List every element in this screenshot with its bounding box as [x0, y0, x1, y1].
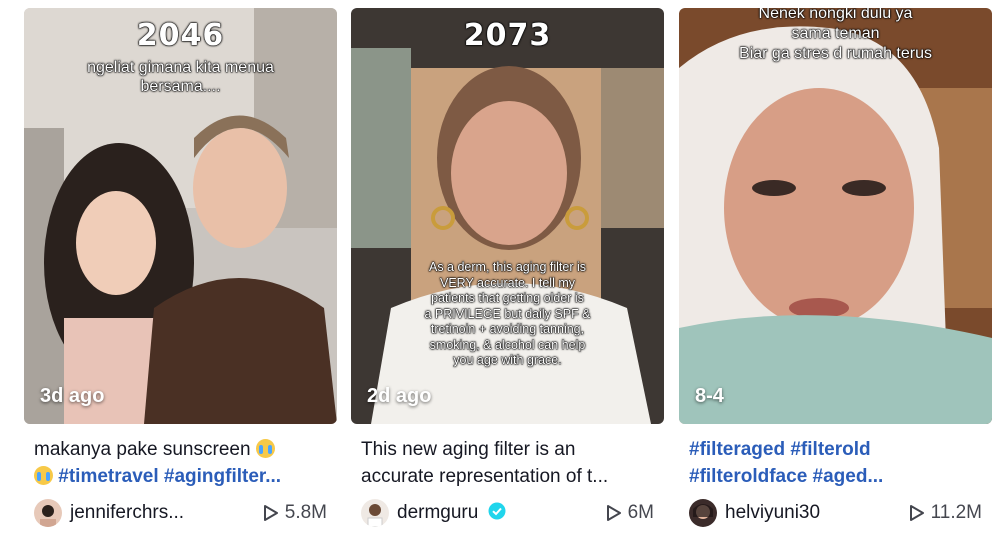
- overlay-caption: As a derm, this aging filter is VERY acc…: [424, 260, 591, 368]
- overlay-caption: Nenek nongki dulu ya sama teman Biar ga …: [739, 8, 933, 62]
- play-outline-icon: [606, 505, 621, 521]
- video-card-1[interactable]: 2046 ngeliat gimana kita menua bersama..…: [24, 8, 337, 528]
- verified-badge-icon: [488, 502, 506, 520]
- crying-face-emoji-icon: [34, 466, 53, 485]
- avatar[interactable]: [361, 499, 389, 527]
- video-description[interactable]: #filteraged #filterold #filteroldface #a…: [679, 436, 992, 490]
- play-outline-icon: [909, 505, 924, 521]
- username[interactable]: dermguru: [397, 502, 606, 524]
- video-meta: helviyuni30 11.2M: [679, 498, 992, 528]
- overlay-year: 2046: [136, 18, 225, 54]
- video-meta: jenniferchrs... 5.8M: [24, 498, 337, 528]
- video-description[interactable]: This new aging filter is an accurate rep…: [351, 436, 664, 490]
- crying-face-emoji-icon: [255, 439, 275, 458]
- username[interactable]: helviyuni30: [725, 502, 909, 524]
- view-count: 11.2M: [909, 502, 982, 524]
- hashtag-list[interactable]: #timetravel #agingfilter...: [58, 466, 281, 487]
- video-thumbnail-3[interactable]: Nenek nongki dulu ya sama teman Biar ga …: [679, 8, 992, 424]
- avatar[interactable]: [34, 499, 62, 527]
- video-card-2[interactable]: 2073 As a derm, this aging filter is VER…: [351, 8, 664, 528]
- video-thumbnail-2[interactable]: 2073 As a derm, this aging filter is VER…: [351, 8, 664, 424]
- post-date: 8-4: [695, 385, 724, 407]
- hashtag-list[interactable]: #filteraged #filterold: [689, 436, 982, 463]
- overlay-caption: ngeliat gimana kita menua bersama....: [87, 59, 274, 96]
- video-thumbnail-1[interactable]: 2046 ngeliat gimana kita menua bersama..…: [24, 8, 337, 424]
- view-count: 6M: [606, 502, 654, 524]
- overlay-year: 2073: [463, 18, 552, 54]
- post-date: 3d ago: [40, 385, 105, 407]
- play-outline-icon: [263, 505, 278, 521]
- video-description[interactable]: makanya pake sunscreen #timetravel #agin…: [24, 436, 337, 490]
- video-meta: dermguru 6M: [351, 498, 664, 528]
- hashtag-list[interactable]: #filteroldface #aged...: [689, 463, 982, 490]
- view-count: 5.8M: [263, 502, 327, 524]
- thumbnail-image-elderly-woman: [679, 8, 992, 424]
- post-date: 2d ago: [367, 385, 432, 407]
- avatar[interactable]: [689, 499, 717, 527]
- video-card-3[interactable]: Nenek nongki dulu ya sama teman Biar ga …: [679, 8, 992, 528]
- username[interactable]: jenniferchrs...: [70, 502, 263, 524]
